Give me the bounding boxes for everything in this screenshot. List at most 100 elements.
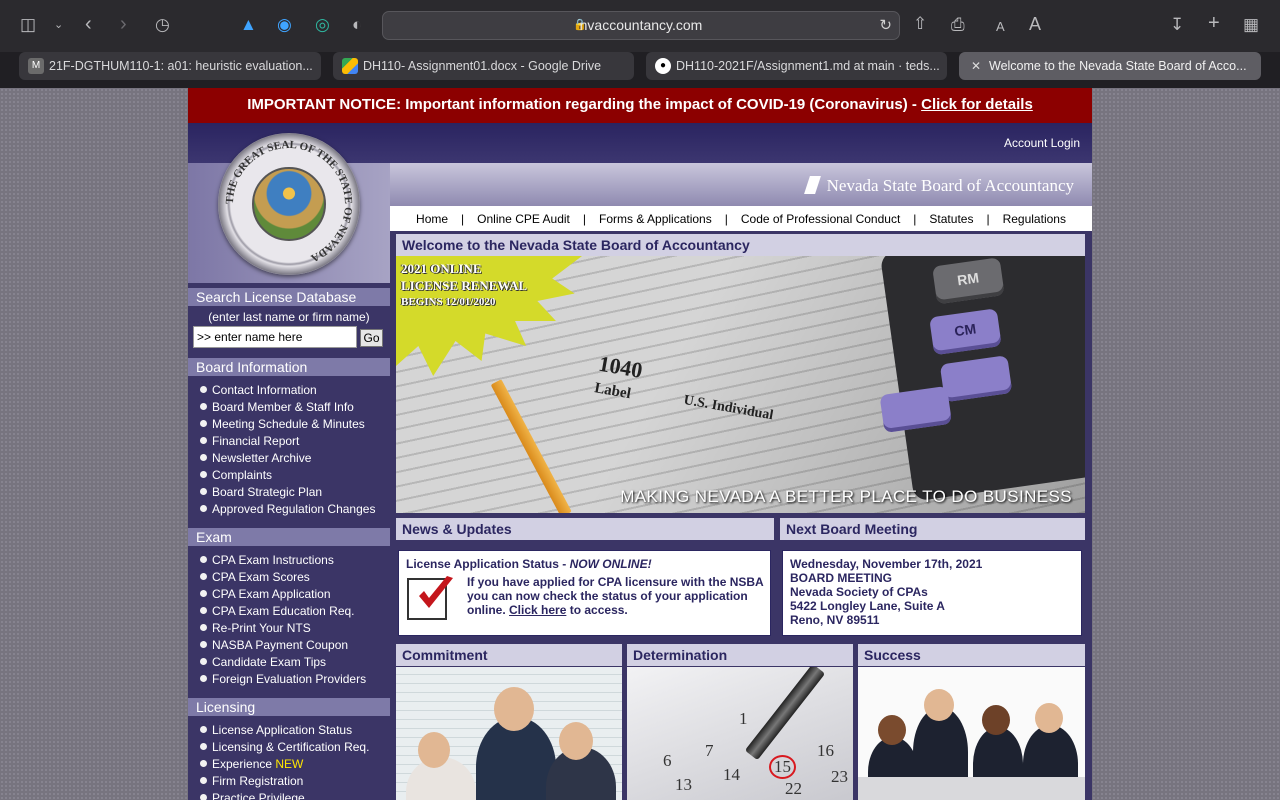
- sidebar-item-nasba-coupon[interactable]: NASBA Payment Coupon: [200, 637, 366, 654]
- news-title-em: NOW ONLINE!: [569, 557, 652, 571]
- meeting-city: Reno, NV 89511: [790, 613, 880, 627]
- browser-tab-active[interactable]: ✕ Welcome to the Nevada State Board of A…: [959, 52, 1261, 80]
- sidebar-item-firm-registration[interactable]: Firm Registration: [200, 773, 369, 790]
- text-larger-icon[interactable]: A: [1029, 14, 1041, 34]
- share-icon[interactable]: ⇧: [913, 14, 927, 34]
- browser-tab[interactable]: M 21F-DGTHUM110-1: a01: heuristic evalua…: [19, 52, 321, 80]
- sidebar-item-complaints[interactable]: Complaints: [200, 467, 375, 484]
- sidebar-item-foreign-evaluation[interactable]: Foreign Evaluation Providers: [200, 671, 366, 688]
- sidebar-item-strategic-plan[interactable]: Board Strategic Plan: [200, 484, 375, 501]
- back-icon[interactable]: ‹: [85, 14, 92, 34]
- sidebar-item-exam-instructions[interactable]: CPA Exam Instructions: [200, 552, 366, 569]
- bullet-icon: [200, 607, 207, 614]
- close-icon[interactable]: ✕: [968, 58, 984, 74]
- nav-statutes[interactable]: Statutes: [929, 212, 973, 226]
- nav-code-of-conduct[interactable]: Code of Professional Conduct: [741, 212, 900, 226]
- nav-regulations[interactable]: Regulations: [1003, 212, 1066, 226]
- chevron-down-icon[interactable]: ⌄: [54, 15, 63, 35]
- extension-icon[interactable]: ◎: [315, 15, 330, 35]
- sidebar-item-label: Licensing & Certification Req.: [212, 740, 370, 754]
- pencil-graphic: [490, 379, 572, 513]
- browser-tab[interactable]: ● DH110-2021F/Assignment1.md at main · t…: [646, 52, 947, 80]
- meeting-type: BOARD MEETING: [790, 571, 892, 585]
- news-click-here-link[interactable]: Click here: [509, 603, 566, 617]
- sidebar-item-label: CPA Exam Application: [212, 587, 331, 601]
- new-tab-icon[interactable]: +: [1208, 13, 1220, 33]
- search-license-note: (enter last name or firm name): [208, 310, 370, 324]
- sidebar-item-licensing-req[interactable]: Licensing & Certification Req.: [200, 739, 369, 756]
- sidebar-item-board-members[interactable]: Board Member & Staff Info: [200, 399, 375, 416]
- sidebar-item-exam-scores[interactable]: CPA Exam Scores: [200, 569, 366, 586]
- bullet-icon: [200, 386, 207, 393]
- nav-online-cpe-audit[interactable]: Online CPE Audit: [477, 212, 570, 226]
- meeting-date: Wednesday, November 17th, 2021: [790, 557, 983, 571]
- determination-heading: Determination: [627, 644, 853, 666]
- page-viewport: IMPORTANT NOTICE: Important information …: [0, 88, 1280, 800]
- nav-separator: |: [724, 211, 728, 226]
- url-text[interactable]: nvaccountancy.com: [383, 17, 899, 33]
- success-photo: [858, 667, 1085, 800]
- brand-logo[interactable]: Nevada State Board of Accountancy: [803, 176, 1074, 196]
- hero-image: 1040 Label U.S. Individual RM CM 2021 ON…: [396, 256, 1085, 513]
- sidebar-item-experience[interactable]: Experience NEW: [200, 756, 369, 773]
- notice-text: IMPORTANT NOTICE: Important information …: [247, 96, 922, 113]
- meeting-venue: Nevada Society of CPAs: [790, 585, 928, 599]
- browser-tab[interactable]: DH110- Assignment01.docx - Google Drive: [333, 52, 634, 80]
- license-search-go-button[interactable]: Go: [360, 329, 383, 347]
- reload-icon[interactable]: ↻: [879, 16, 892, 34]
- shield-icon[interactable]: ◐: [352, 15, 362, 35]
- sidebar-item-label: Firm Registration: [212, 774, 304, 788]
- calculator-graphic: RM CM: [879, 256, 1085, 502]
- news-box: License Application Status - NOW ONLINE!…: [398, 550, 771, 636]
- sidebar-item-newsletter[interactable]: Newsletter Archive: [200, 450, 375, 467]
- calc-key: [879, 385, 953, 433]
- seal-area: THE GREAT SEAL OF THE STATE OF NEVADA: [188, 133, 390, 283]
- sidebar-item-label: Experience: [212, 757, 273, 771]
- compass-icon[interactable]: ◉: [277, 15, 292, 35]
- sidebar-item-financial-report[interactable]: Financial Report: [200, 433, 375, 450]
- sidebar-item-meeting-schedule[interactable]: Meeting Schedule & Minutes: [200, 416, 375, 433]
- nav-home[interactable]: Home: [416, 212, 448, 226]
- sidebar-item-regulation-changes[interactable]: Approved Regulation Changes: [200, 501, 375, 518]
- print-icon[interactable]: ⎙: [951, 15, 965, 35]
- sidebar-item-practice-privilege[interactable]: Practice Privilege: [200, 790, 369, 800]
- renewal-starburst[interactable]: 2021 ONLINE LICENSE RENEWAL BEGINS 12/01…: [396, 256, 582, 376]
- sidebar-item-label: Approved Regulation Changes: [212, 502, 376, 516]
- account-login-link[interactable]: Account Login: [1004, 136, 1080, 150]
- brand-mark-icon: [803, 176, 821, 194]
- sidebar-item-application-status[interactable]: License Application Status: [200, 722, 369, 739]
- bullet-icon: [200, 454, 207, 461]
- sidebar-item-reprint-nts[interactable]: Re-Print Your NTS: [200, 620, 366, 637]
- burst-line-3: BEGINS 12/01/2020: [401, 296, 496, 308]
- person-head: [924, 689, 954, 721]
- download-icon[interactable]: ↧: [1170, 15, 1184, 35]
- bullet-icon: [200, 488, 207, 495]
- warning-icon[interactable]: ▲: [240, 15, 257, 35]
- sidebar-item-exam-application[interactable]: CPA Exam Application: [200, 586, 366, 603]
- sidebar-icon[interactable]: ◫: [20, 15, 36, 35]
- bullet-icon: [200, 658, 207, 665]
- address-bar[interactable]: 🔒 nvaccountancy.com ↻: [382, 11, 900, 40]
- meeting-box: Wednesday, November 17th, 2021 BOARD MEE…: [782, 550, 1082, 636]
- news-body: If you have applied for CPA licensure wi…: [467, 575, 767, 617]
- tab-label: 21F-DGTHUM110-1: a01: heuristic evaluati…: [49, 59, 313, 73]
- sidebar-item-exam-tips[interactable]: Candidate Exam Tips: [200, 654, 366, 671]
- tab-overview-icon[interactable]: ▦: [1243, 15, 1259, 35]
- forward-icon[interactable]: ›: [120, 14, 127, 34]
- sidebar-item-exam-education[interactable]: CPA Exam Education Req.: [200, 603, 366, 620]
- bullet-icon: [200, 794, 207, 800]
- licensing-list: License Application Status Licensing & C…: [200, 722, 369, 800]
- nav-forms-applications[interactable]: Forms & Applications: [599, 212, 712, 226]
- google-drive-icon: [342, 58, 358, 74]
- license-search-input[interactable]: [193, 326, 357, 348]
- text-smaller-icon[interactable]: A: [996, 17, 1005, 37]
- person-head: [494, 687, 534, 731]
- browser-toolbar: ◫ ⌄ ‹ › ◷ ▲ ◉ ◎ ◐ 🔒 nvaccountancy.com ↻ …: [0, 0, 1280, 52]
- exam-list: CPA Exam Instructions CPA Exam Scores CP…: [200, 552, 366, 688]
- notice-details-link[interactable]: Click for details: [921, 96, 1033, 113]
- sidebar-item-label: License Application Status: [212, 723, 353, 737]
- sidebar-item-label: Complaints: [212, 468, 273, 482]
- history-icon[interactable]: ◷: [155, 15, 170, 35]
- sidebar-item-contact[interactable]: Contact Information: [200, 382, 375, 399]
- bullet-icon: [200, 675, 207, 682]
